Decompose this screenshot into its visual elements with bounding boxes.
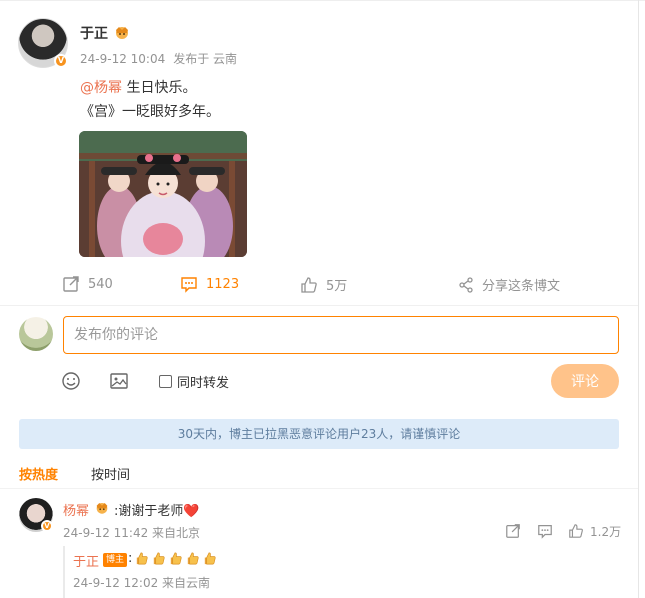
like-icon (301, 276, 317, 293)
comment-button[interactable]: 1123 (180, 275, 239, 293)
post-image[interactable] (79, 131, 247, 257)
like-count: 5万 (326, 279, 348, 294)
repost-button[interactable]: 540 (62, 275, 113, 293)
section-divider (0, 305, 638, 306)
reply-thread-bar (63, 546, 65, 598)
scrollbar-track (638, 0, 639, 598)
author-name[interactable]: 于正 (80, 23, 108, 43)
comment-like-icon[interactable] (568, 523, 584, 539)
post-image-illustration (79, 131, 247, 257)
repost-toggle-label: 同时转发 (177, 376, 230, 391)
comment-repost-icon[interactable] (505, 523, 521, 539)
post-timestamp[interactable]: 24-9-12 10:04 (80, 52, 165, 66)
commenter-name[interactable]: 杨幂 (63, 500, 89, 519)
thumbs-up-emoji-icon (204, 552, 216, 565)
comment-icon (181, 277, 197, 293)
post-text-line-2: 《宫》一眨眼好多年。 (80, 104, 220, 120)
emoji-icon[interactable] (61, 371, 81, 391)
repost-icon (63, 276, 79, 292)
crown-icon (116, 27, 128, 39)
post-text-1: 生日快乐。 (122, 80, 197, 96)
repost-count: 540 (88, 276, 113, 292)
thumbs-up-emoji-icon (153, 552, 165, 565)
post-meta: 24-9-12 10:04 发布于 云南 (80, 50, 237, 67)
post-source: 发布于 云南 (173, 52, 238, 66)
crown-icon (96, 503, 108, 514)
mention-link[interactable]: @杨幂 (80, 80, 122, 96)
sort-by-time-tab[interactable]: 按时间 (91, 464, 130, 483)
share-icon (459, 276, 473, 293)
top-divider (0, 0, 645, 1)
reply-meta: 24-9-12 12:02 来自云南 (73, 576, 211, 590)
repost-checkbox[interactable] (159, 375, 172, 388)
reply-emojis (134, 551, 217, 566)
thumbs-up-emoji-icon (170, 552, 182, 565)
repost-toggle[interactable]: 同时转发 (159, 372, 229, 391)
reply-colon: : (128, 551, 133, 566)
moderation-notice: 30天内，博主已拉黑恶意评论用户23人，请谨慎评论 (19, 419, 619, 449)
comment-count: 1123 (206, 276, 240, 292)
share-label: 分享这条博文 (482, 279, 561, 294)
comments-divider (0, 488, 638, 489)
like-button[interactable]: 5万 (300, 275, 347, 294)
verified-icon: V (41, 520, 53, 532)
thumbs-up-emoji-icon (187, 552, 199, 565)
post-text-line-1: @杨幂 生日快乐。 (80, 77, 196, 97)
author-badge: 博主 (103, 553, 128, 567)
comment-input[interactable] (63, 316, 619, 354)
thumbs-up-emoji-icon (136, 552, 148, 565)
comment-text: :谢谢于老师❤️ (114, 504, 200, 519)
comment-meta: 24-9-12 11:42 来自北京 (63, 526, 201, 540)
image-icon[interactable] (109, 371, 129, 391)
my-avatar[interactable] (19, 317, 53, 351)
post-action-bar: 540 1123 5万 分享这条博文 (0, 275, 638, 297)
submit-comment-button[interactable]: 评论 (551, 364, 619, 398)
share-button[interactable]: 分享这条博文 (458, 275, 560, 294)
comment-like-count: 1.2万 (590, 525, 622, 539)
verified-icon: V (54, 54, 68, 68)
sort-by-hot-tab[interactable]: 按热度 (19, 464, 58, 483)
comment-reply-icon[interactable] (537, 523, 553, 539)
reply-author-name[interactable]: 于正 (73, 551, 99, 570)
